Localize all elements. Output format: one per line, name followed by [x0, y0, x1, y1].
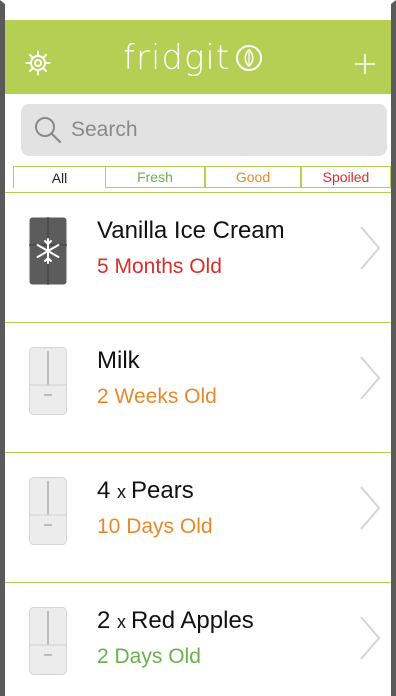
search-input[interactable]: Search [21, 104, 387, 156]
app-logo: fridgit [123, 38, 264, 78]
list-item[interactable]: Vanilla Ice Cream 5 Months Old [5, 192, 391, 322]
search-icon [35, 117, 62, 144]
list-item[interactable]: 4 x Pears 10 Days Old [5, 452, 391, 582]
filter-tabs: All Fresh Good Spoiled [13, 166, 391, 188]
chevron-right-icon [360, 486, 381, 530]
gear-icon[interactable] [25, 50, 51, 76]
tab-fresh[interactable]: Fresh [105, 166, 205, 188]
item-quantity: 2 [97, 607, 111, 634]
freezer-icon [29, 217, 67, 285]
plus-icon[interactable] [353, 52, 377, 76]
chevron-right-icon [360, 356, 381, 400]
tab-good[interactable]: Good [205, 166, 301, 188]
quantity-separator: x [117, 482, 132, 502]
app-name: fridgit [123, 38, 231, 78]
list-item[interactable]: Milk 2 Weeks Old [5, 322, 391, 452]
search-area: Search [5, 94, 391, 160]
fridge-icon [29, 607, 67, 675]
tab-all[interactable]: All [13, 166, 105, 188]
fridge-icon [29, 477, 67, 545]
nav-bar: fridgit [5, 20, 391, 94]
list-item[interactable]: 2 x Red Apples 2 Days Old [5, 582, 391, 696]
item-list: Vanilla Ice Cream 5 Months Old Milk 2 We… [5, 192, 391, 696]
item-age: 2 Weeks Old [97, 385, 217, 408]
item-name: 2 x Red Apples [97, 607, 254, 634]
item-quantity: 4 [97, 477, 111, 504]
item-name: Vanilla Ice Cream [97, 217, 285, 244]
fridge-icon [29, 347, 67, 415]
quantity-separator: x [117, 612, 132, 632]
leaf-circle-icon [236, 45, 263, 71]
chevron-right-icon [360, 616, 381, 660]
item-age: 10 Days Old [97, 515, 213, 538]
search-placeholder: Search [71, 118, 138, 141]
chevron-right-icon [360, 226, 381, 270]
item-age: 5 Months Old [97, 255, 222, 278]
app-frame: fridgit Search All Fresh Good Spoiled Va… [0, 0, 396, 696]
item-name: 4 x Pears [97, 477, 194, 504]
item-name: Milk [97, 347, 140, 374]
tab-spoiled[interactable]: Spoiled [301, 166, 391, 188]
item-age: 2 Days Old [97, 645, 201, 668]
